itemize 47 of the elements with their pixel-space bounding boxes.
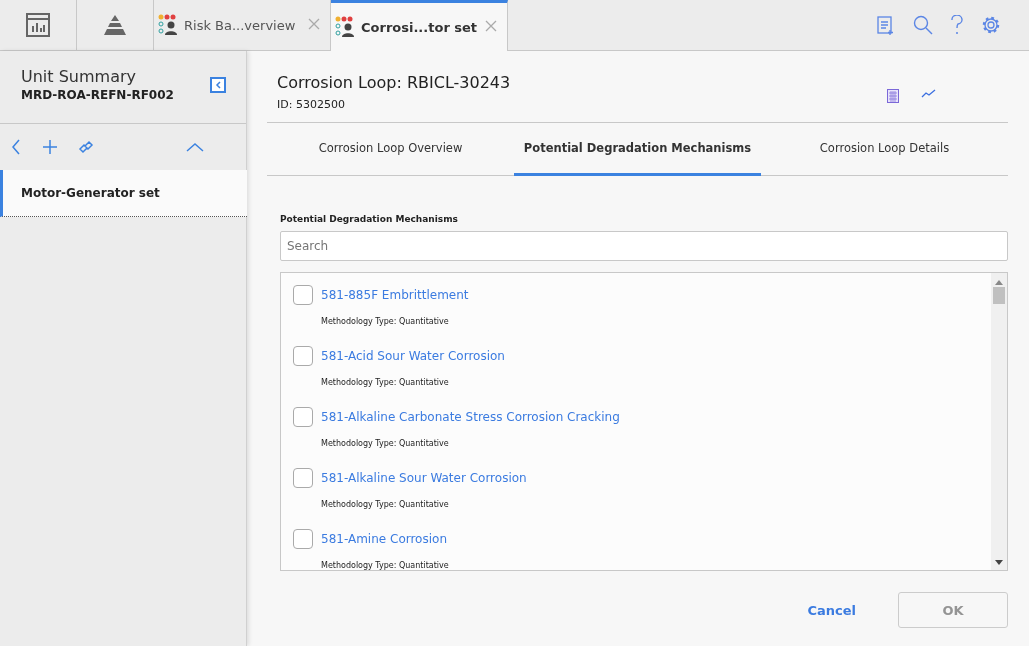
- scrollbar[interactable]: [991, 273, 1007, 570]
- risk-people-icon: [335, 16, 357, 38]
- checkbox[interactable]: [293, 468, 313, 488]
- scroll-up-icon[interactable]: [995, 279, 1003, 285]
- link-icon[interactable]: [78, 139, 94, 155]
- record-title: Corrosion Loop: RBICL-30243: [277, 73, 511, 92]
- tab[interactable]: Potential Degradation Mechanisms: [514, 123, 761, 176]
- methodology-text: Methodology Type: Quantitative: [321, 378, 450, 387]
- back-icon[interactable]: [10, 138, 22, 156]
- methodology-text: Methodology Type: Quantitative: [321, 500, 450, 509]
- line-graph-icon[interactable]: [921, 89, 936, 98]
- scroll-thumb[interactable]: [993, 287, 1005, 304]
- record-id: ID: 5302500: [277, 98, 346, 111]
- tab-label: Corrosi...tor set: [361, 19, 479, 35]
- button: OK: [898, 592, 1008, 628]
- mechanism-link[interactable]: 581-Alkaline Carbonate Stress Corrosion Cracking: [321, 410, 620, 424]
- mechanism-link[interactable]: 581-Acid Sour Water Corrosion: [321, 349, 505, 363]
- help-icon[interactable]: [951, 15, 963, 35]
- methodology-text: Methodology Type: Quantitative: [321, 317, 450, 326]
- sidebar-title: Unit Summary: [21, 67, 137, 86]
- sidebar-subtitle: MRD-ROA-REFN-RF002: [21, 88, 174, 102]
- collapse-icon[interactable]: [210, 77, 226, 93]
- mechanism-link[interactable]: 581-Amine Corrosion: [321, 532, 447, 546]
- mechanism-link[interactable]: 581-885F Embrittlement: [321, 288, 469, 302]
- checkbox[interactable]: [293, 529, 313, 549]
- checkbox[interactable]: [293, 346, 313, 366]
- add-icon[interactable]: [42, 139, 58, 155]
- search-icon[interactable]: [913, 15, 933, 35]
- search-field[interactable]: Search: [280, 231, 1008, 261]
- checkbox[interactable]: [293, 285, 313, 305]
- collapse-up-icon[interactable]: [186, 142, 204, 152]
- scroll-down-icon[interactable]: [995, 560, 1003, 566]
- button[interactable]: Cancel: [801, 601, 862, 619]
- settings-icon[interactable]: [981, 15, 1001, 35]
- section-label: Potential Degradation Mechanisms: [280, 214, 459, 224]
- tab-label: Risk Ba...verview: [184, 17, 297, 33]
- tab[interactable]: Corrosion Loop Details: [761, 123, 1008, 176]
- document-tab[interactable]: Corrosi...tor set: [331, 0, 508, 51]
- methodology-text: Methodology Type: Quantitative: [321, 561, 450, 570]
- calculator-icon[interactable]: [887, 89, 899, 103]
- tab[interactable]: Corrosion Loop Overview: [267, 123, 514, 176]
- methodology-text: Methodology Type: Quantitative: [321, 439, 450, 448]
- clipboard-add-icon[interactable]: [877, 15, 895, 35]
- mechanism-link[interactable]: 581-Alkaline Sour Water Corrosion: [321, 471, 527, 485]
- risk-people-icon: [158, 14, 180, 36]
- checkbox[interactable]: [293, 407, 313, 427]
- sidebar-item[interactable]: Motor-Generator set: [0, 170, 247, 217]
